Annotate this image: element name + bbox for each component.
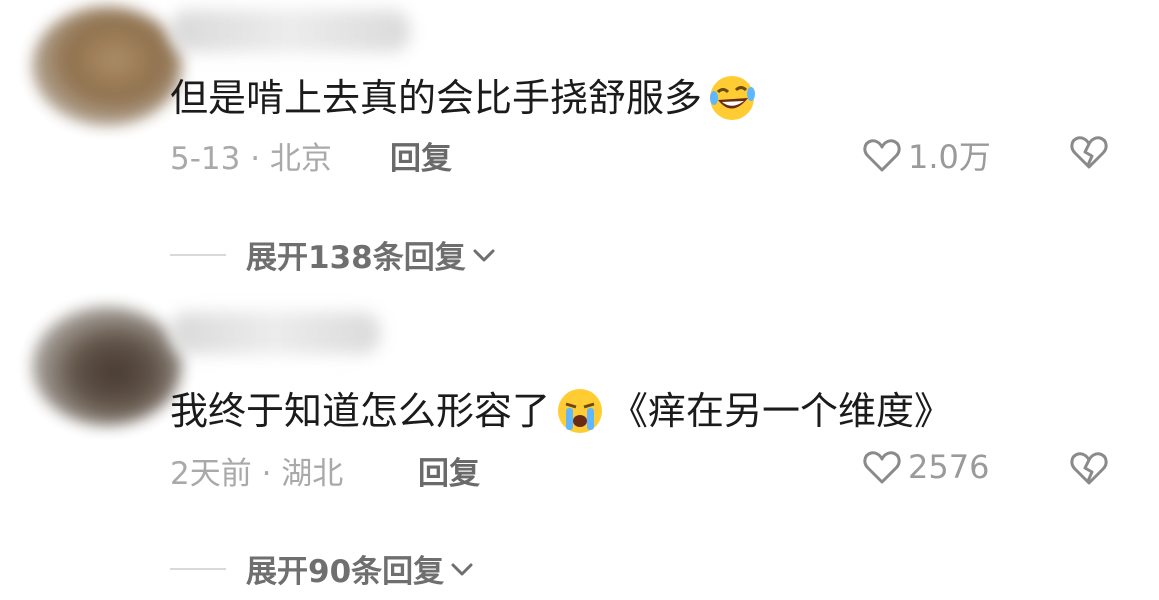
reply-button[interactable]: 回复 (390, 133, 452, 178)
broken-heart-icon (1070, 136, 1108, 169)
like-count: 1.0万 (908, 138, 991, 176)
comment-meta: 5-13 · 北京 (170, 141, 332, 177)
expand-replies-label: 展开138条回复 (246, 240, 466, 276)
divider-line (170, 567, 226, 570)
comment-text: 我终于知道怎么形容了 《痒在另一个维度》 (170, 385, 952, 437)
comment-text-main: 我终于知道怎么形容了 (170, 389, 551, 433)
comment-item: 但是啃上去真的会比手挠舒服多 5-13 · 北京 回复 1.0万 展开138条回… (0, 0, 1159, 300)
comment-text-tail: 《痒在另一个维度》 (610, 389, 953, 433)
comment-text-main: 但是啃上去真的会比手挠舒服多 (170, 76, 703, 120)
heart-icon (863, 139, 901, 172)
expand-replies-label: 展开90条回复 (246, 554, 445, 590)
comment-item: 我终于知道怎么形容了 《痒在另一个维度》 2天前 · 湖北 回复 2576 展开… (0, 300, 1159, 600)
broken-heart-icon (1070, 452, 1108, 485)
expand-replies-button[interactable]: 展开138条回复 (170, 232, 498, 277)
expand-replies-button[interactable]: 展开90条回复 (170, 546, 476, 591)
dislike-button[interactable] (1068, 448, 1110, 492)
heart-icon (863, 451, 901, 484)
avatar[interactable] (32, 6, 182, 126)
divider-line (170, 253, 226, 256)
reply-button[interactable]: 回复 (418, 448, 480, 493)
crying-emoji-icon (558, 389, 603, 433)
comment-text: 但是啃上去真的会比手挠舒服多 (170, 72, 762, 124)
avatar[interactable] (32, 306, 182, 426)
username-blurred[interactable] (170, 312, 380, 354)
like-button[interactable]: 2576 (862, 448, 989, 486)
username-blurred[interactable] (170, 10, 410, 52)
chevron-down-icon (473, 249, 495, 261)
comment-meta: 2天前 · 湖北 (170, 456, 344, 492)
like-count: 2576 (908, 448, 990, 486)
like-button[interactable]: 1.0万 (862, 132, 991, 178)
rofl-emoji-icon (710, 76, 756, 120)
dislike-button[interactable] (1068, 132, 1110, 176)
chevron-down-icon (451, 563, 473, 575)
